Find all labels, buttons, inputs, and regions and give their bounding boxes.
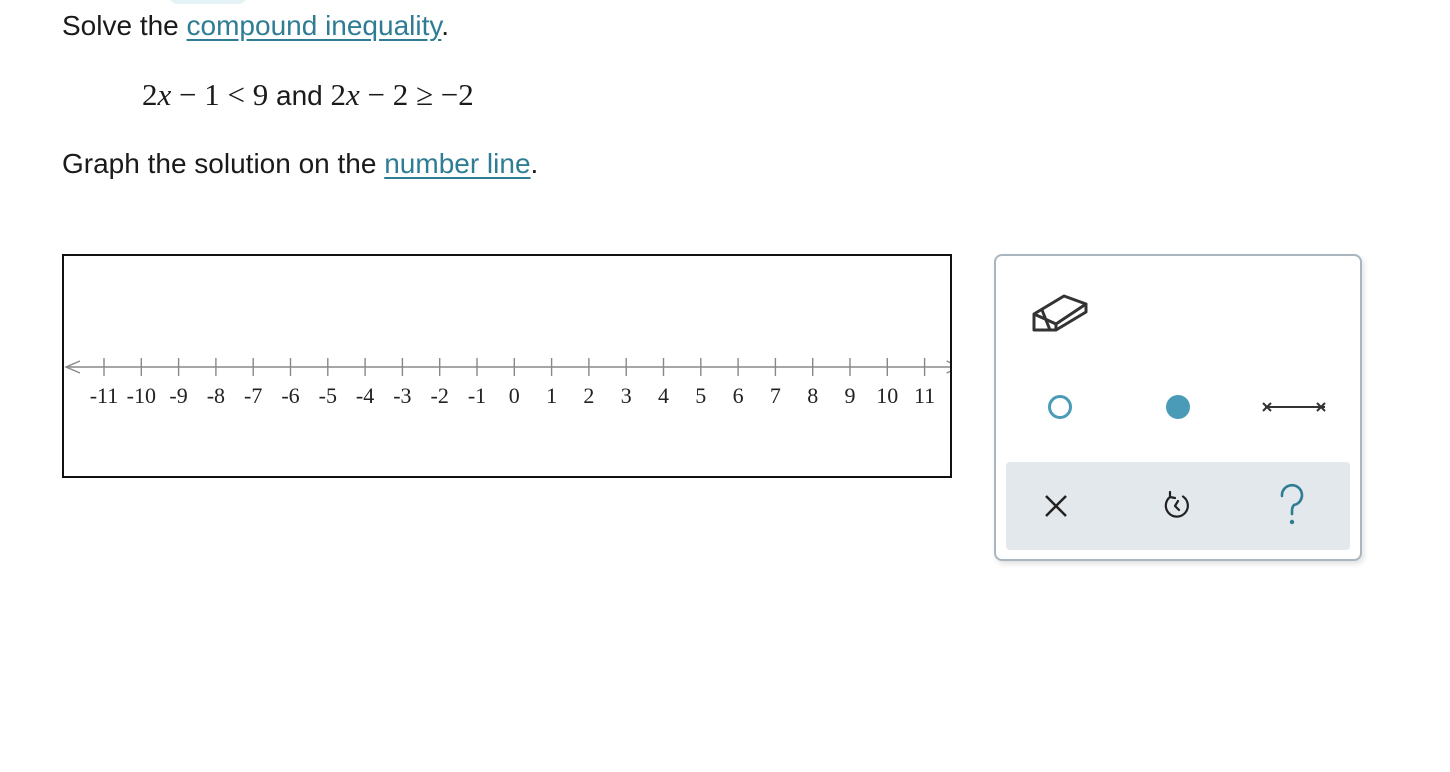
action-toolbar bbox=[1006, 462, 1350, 550]
instruction-text: Solve the bbox=[62, 10, 187, 41]
instruction-text: Graph the solution on the bbox=[62, 148, 385, 179]
instruction-graph: Graph the solution on the number line. bbox=[62, 146, 538, 182]
tick-label: 1 bbox=[546, 383, 557, 408]
help-icon bbox=[1280, 483, 1304, 525]
number-line[interactable]: -11 -10 -9 -8 -7 -6 -5 -4 -3 -2 -1 0 1 2 3 4 5 6 7 8 9 10 11 bbox=[64, 256, 950, 476]
help-button[interactable] bbox=[1272, 480, 1312, 530]
instruction-period: . bbox=[441, 10, 450, 41]
closed-point-tool[interactable] bbox=[1160, 392, 1196, 422]
tick-label: -9 bbox=[169, 383, 187, 408]
right-coefficient: 2 bbox=[330, 77, 347, 112]
eraser-icon bbox=[1032, 294, 1088, 332]
left-variable: x bbox=[157, 77, 172, 112]
tick-label: -10 bbox=[127, 383, 156, 408]
tick-label: -8 bbox=[207, 383, 225, 408]
segment-tool[interactable] bbox=[1260, 394, 1330, 420]
undo-icon bbox=[1164, 490, 1189, 518]
left-rest: − 1 < 9 bbox=[171, 77, 269, 112]
tick-label: -7 bbox=[244, 383, 262, 408]
segment-icon bbox=[1262, 402, 1326, 412]
close-icon bbox=[1045, 495, 1067, 517]
compound-inequality-link[interactable]: compound inequality bbox=[187, 10, 442, 41]
instruction-solve: Solve the compound inequality. bbox=[62, 8, 449, 44]
number-line-link[interactable]: number line bbox=[384, 148, 530, 179]
eraser-tool[interactable] bbox=[1026, 282, 1092, 338]
open-point-tool[interactable] bbox=[1042, 392, 1078, 422]
tick-label: 2 bbox=[583, 383, 594, 408]
instruction-period: . bbox=[530, 148, 539, 179]
inequality-right: 2x − 2 ≥ −2 bbox=[331, 77, 474, 112]
tick-label: -1 bbox=[468, 383, 486, 408]
tick-label: 5 bbox=[695, 383, 706, 408]
tick-label: 6 bbox=[733, 383, 744, 408]
conjunction-and: and bbox=[268, 80, 331, 111]
tick-label: -6 bbox=[281, 383, 299, 408]
inequality-expression: 2x − 1 < 9 and 2x − 2 ≥ −2 bbox=[142, 76, 474, 115]
tick-label: 7 bbox=[770, 383, 781, 408]
top-tab-edge bbox=[170, 0, 246, 4]
tick-label: -11 bbox=[90, 383, 119, 408]
tick-label: 3 bbox=[621, 383, 632, 408]
tick-label: 9 bbox=[845, 383, 856, 408]
tick-label: 0 bbox=[509, 383, 520, 408]
closed-circle-icon bbox=[1166, 395, 1190, 419]
tick-label: -4 bbox=[356, 383, 374, 408]
tick-label: -3 bbox=[393, 383, 411, 408]
tick-label: 4 bbox=[658, 383, 669, 408]
clear-button[interactable] bbox=[1036, 486, 1076, 526]
left-coefficient: 2 bbox=[142, 77, 158, 112]
tick-label: -2 bbox=[431, 383, 449, 408]
open-circle-icon bbox=[1048, 395, 1072, 419]
number-line-graph-area[interactable]: -11 -10 -9 -8 -7 -6 -5 -4 -3 -2 -1 0 1 2 3 4 5 6 7 8 9 10 11 bbox=[62, 254, 952, 478]
tick-label: -5 bbox=[319, 383, 337, 408]
inequality-left: 2x − 1 < 9 bbox=[142, 77, 268, 112]
tick-label: 11 bbox=[914, 383, 935, 408]
tick-label: 8 bbox=[807, 383, 818, 408]
tick-label: 10 bbox=[876, 383, 898, 408]
graph-tool-panel bbox=[994, 254, 1362, 561]
right-variable: x bbox=[346, 77, 360, 112]
undo-button[interactable] bbox=[1156, 486, 1196, 526]
right-rest: − 2 ≥ −2 bbox=[359, 77, 474, 112]
